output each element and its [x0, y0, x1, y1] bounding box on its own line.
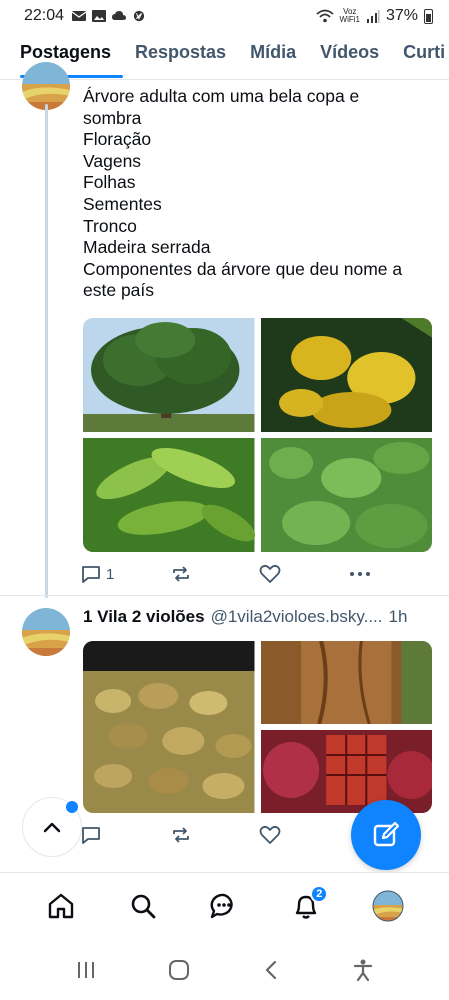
avatar[interactable]: [22, 608, 70, 656]
tab-label: Respostas: [135, 41, 227, 62]
battery-percent: 37%: [385, 7, 418, 24]
tab-label: Postagens: [20, 41, 112, 62]
tab-label: Mídia: [250, 41, 297, 62]
battery-icon: [424, 8, 433, 24]
post-text-line: Folhas: [83, 172, 136, 193]
wifi-calling-label: WiFi1: [339, 15, 360, 24]
heart-icon: [259, 564, 281, 583]
post-text-line: Tronco: [83, 215, 137, 236]
search-icon: [131, 894, 156, 918]
post-text-line: sombra: [83, 107, 142, 128]
yellow-flowers-image[interactable]: [260, 318, 432, 432]
new-posts-dot: [66, 801, 78, 813]
post-text-line: Madeira serrada: [83, 237, 211, 258]
post-text-line: Sementes: [83, 193, 162, 214]
post-image-grid: [83, 318, 432, 552]
profile-tabs: Postagens Respostas Mídia Vídeos Curti: [0, 32, 449, 80]
reply-icon: [82, 827, 100, 844]
like-button[interactable]: [259, 825, 281, 845]
signal-icon: [366, 9, 380, 23]
tab-videos[interactable]: Vídeos: [308, 32, 391, 79]
scroll-to-top-button[interactable]: [22, 797, 82, 857]
post-actions: [80, 825, 380, 849]
more-options-button[interactable]: [348, 564, 372, 584]
tab-replies[interactable]: Respostas: [123, 32, 238, 79]
mail-icon: [72, 11, 87, 21]
reply-button[interactable]: [80, 825, 102, 845]
post-divider: [0, 595, 449, 596]
post-text-line: Componentes da árvore que deu nome a: [83, 258, 403, 279]
repost-icon: [173, 827, 189, 843]
small-leaves-image[interactable]: [260, 438, 432, 552]
home-system-button[interactable]: [168, 959, 190, 986]
system-navigation-bar: [0, 945, 449, 1000]
tab-likes[interactable]: Curti: [391, 32, 449, 79]
nav-profile[interactable]: [364, 882, 412, 930]
recent-apps-button[interactable]: [75, 960, 97, 985]
nav-notifications[interactable]: 2: [282, 882, 330, 930]
accessibility-icon: [353, 959, 372, 982]
leaves-closeup-image[interactable]: [83, 438, 255, 552]
reply-button[interactable]: 1: [80, 564, 114, 584]
compose-button[interactable]: [351, 800, 421, 870]
post-actions: 1: [80, 564, 380, 588]
avatar-image: [22, 608, 70, 656]
block-icon: [133, 10, 145, 22]
volte-indicator: Voz WiFi1: [340, 8, 360, 24]
author-name[interactable]: 1 Vila 2 violões: [83, 607, 205, 627]
heart-icon: [259, 825, 281, 844]
gallery-icon: [92, 10, 107, 22]
nav-messages[interactable]: [200, 882, 248, 930]
post-time: 1h: [388, 607, 408, 626]
avatar[interactable]: [22, 62, 70, 110]
notification-badge: 2: [310, 884, 329, 903]
chevron-up-icon: [43, 822, 61, 833]
recent-apps-icon: [78, 962, 95, 978]
tree-canopy-image[interactable]: [83, 318, 255, 432]
reply-count: 1: [106, 565, 115, 583]
post-text-line: Árvore adulta com uma bela copa e: [83, 86, 360, 106]
avatar-image: [22, 62, 70, 110]
tab-label: Vídeos: [320, 41, 380, 62]
post-header: 1 Vila 2 violões @1vila2violoes.bsky....…: [83, 607, 443, 627]
accessibility-button[interactable]: [352, 958, 374, 987]
cloud-icon: [112, 11, 127, 20]
post-text-line: Floração: [83, 129, 152, 150]
author-handle[interactable]: @1vila2violoes.bsky....: [211, 607, 383, 627]
nav-home[interactable]: [37, 882, 85, 930]
tab-media[interactable]: Mídia: [238, 32, 308, 79]
profile-avatar: [372, 890, 404, 921]
clock-time: 22:04: [24, 7, 65, 24]
post-text-line: este país: [83, 280, 155, 301]
post-text-line: Vagens: [83, 150, 142, 171]
home-icon: [48, 893, 74, 918]
ellipsis-icon: [350, 572, 370, 576]
nav-search[interactable]: [119, 882, 167, 930]
bottom-navigation: 2: [0, 872, 449, 938]
repost-button[interactable]: [170, 825, 192, 845]
wifi-icon: [315, 9, 334, 23]
repost-button[interactable]: [170, 564, 192, 584]
post-body: Árvore adulta com uma bela copa e sombra…: [83, 86, 438, 302]
compose-icon: [373, 821, 400, 847]
seeds-image[interactable]: [83, 641, 255, 813]
back-chevron-icon: [265, 960, 276, 980]
like-button[interactable]: [259, 564, 281, 584]
sawn-wood-image[interactable]: [260, 730, 432, 813]
trunk-bark-image[interactable]: [260, 641, 432, 724]
reply-icon: [82, 566, 100, 583]
chat-icon: [211, 893, 234, 918]
post-image-grid: [83, 641, 432, 813]
thread-line: [45, 104, 48, 598]
status-bar: 22:04 Voz WiFi1 37%: [0, 0, 449, 32]
repost-icon: [173, 566, 189, 582]
home-square-icon: [169, 960, 190, 980]
back-button[interactable]: [261, 959, 281, 986]
tab-label: Curti: [403, 41, 446, 62]
